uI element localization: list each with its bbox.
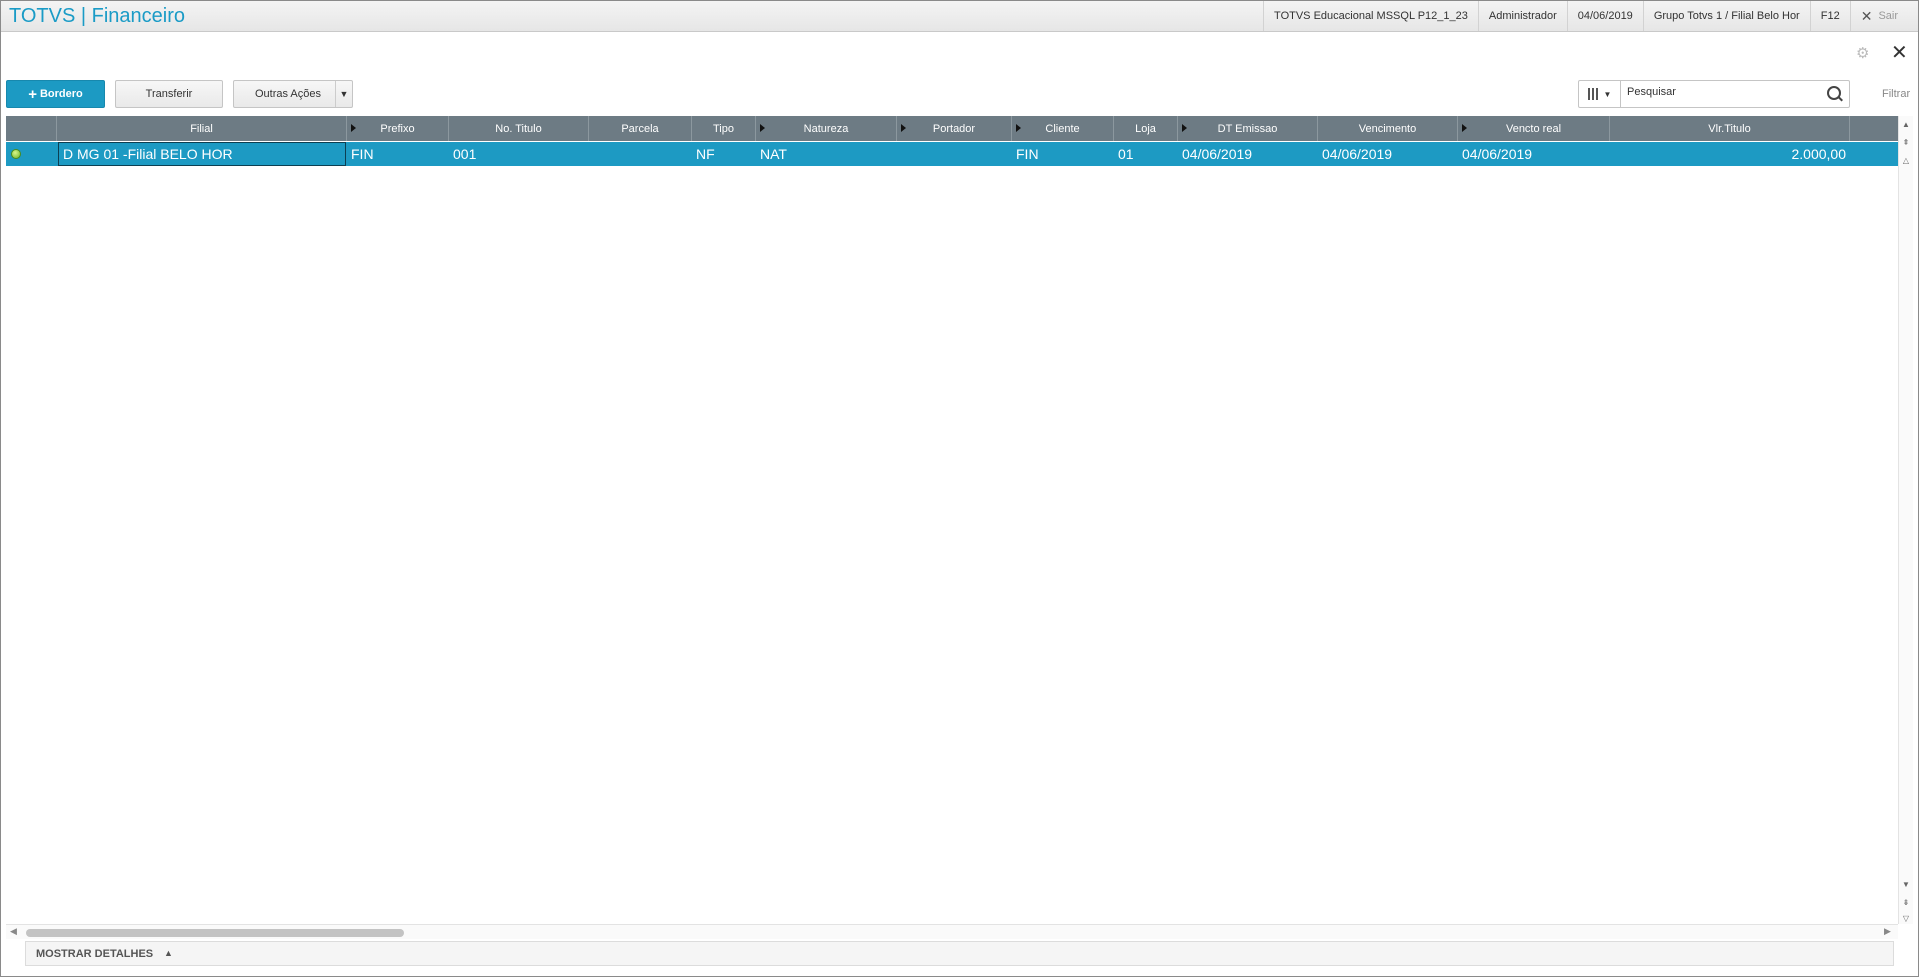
columns-icon [1587, 88, 1598, 100]
add-bordero-label: Bordero [39, 88, 83, 100]
cell-parcela[interactable] [589, 142, 692, 166]
search-icon[interactable] [1827, 86, 1841, 100]
column-header-loja[interactable]: Loja [1114, 116, 1178, 141]
chevron-up-icon: ▲ [164, 948, 173, 958]
gear-icon[interactable]: ⚙ [1856, 44, 1869, 62]
horizontal-scrollbar[interactable]: ◀ ▶ [6, 924, 1898, 939]
cell-vencto-real[interactable]: 04/06/2019 [1458, 142, 1610, 166]
column-header-dt-emissao[interactable]: DT Emissao [1178, 116, 1318, 141]
table-row[interactable]: D MG 01 -Filial BELO HOR FIN 001 NF NAT … [6, 142, 1898, 166]
cell-dt-emissao[interactable]: 04/06/2019 [1178, 142, 1318, 166]
search-input[interactable] [1625, 85, 1829, 99]
column-header-filial[interactable]: Filial [57, 116, 347, 141]
column-header-label: DT Emissao [1217, 122, 1278, 135]
exit-button[interactable]: ✕ Sair [1849, 1, 1908, 31]
cell-no-titulo[interactable]: 001 [449, 142, 589, 166]
column-picker-button[interactable]: ▼ [1579, 81, 1621, 107]
expand-icon [351, 124, 356, 132]
column-header-label: Prefixo [380, 122, 415, 135]
expand-icon [760, 124, 765, 132]
column-header-parcela[interactable]: Parcela [589, 116, 692, 141]
cell-vlr-titulo[interactable]: 2.000,00 [1610, 142, 1850, 166]
filter-link[interactable]: Filtrar [1882, 88, 1910, 100]
transfer-label: Transferir [145, 88, 193, 100]
grid-header: Filial Prefixo No. Titulo Parcela Tipo N… [6, 116, 1898, 141]
column-header-no-titulo[interactable]: No. Titulo [449, 116, 589, 141]
expand-icon [1462, 124, 1467, 132]
status-column-header[interactable] [6, 116, 57, 141]
environment-label[interactable]: TOTVS Educacional MSSQL P12_1_23 [1263, 1, 1478, 31]
column-header-tipo[interactable]: Tipo [692, 116, 756, 141]
scroll-down-icon[interactable]: ▼ [1899, 878, 1913, 892]
column-header-natureza[interactable]: Natureza [756, 116, 897, 141]
more-actions-label: Outras Ações [254, 88, 322, 100]
horizontal-scroll-thumb[interactable] [26, 929, 404, 937]
column-header-vencto-real[interactable]: Vencto real [1458, 116, 1610, 141]
details-toggle[interactable]: MOSTRAR DETALHES ▲ [25, 941, 1894, 966]
cell-natureza[interactable]: NAT [756, 142, 897, 166]
expand-icon [1182, 124, 1187, 132]
cell-filial[interactable]: D MG 01 -Filial BELO HOR [58, 142, 346, 166]
details-toggle-label: MOSTRAR DETALHES [36, 948, 154, 960]
cell-cliente[interactable]: FIN [1012, 142, 1114, 166]
page-up-icon[interactable]: ⇞ [1899, 136, 1913, 150]
add-bordero-button[interactable]: + Bordero [6, 80, 105, 108]
chevron-down-icon[interactable]: ▼ [335, 81, 352, 107]
titles-grid: Filial Prefixo No. Titulo Parcela Tipo N… [6, 116, 1898, 924]
cell-prefixo[interactable]: FIN [347, 142, 449, 166]
user-label[interactable]: Administrador [1477, 1, 1567, 31]
scroll-right-icon[interactable]: ▶ [1884, 926, 1891, 937]
column-header-label: Vencto real [1505, 122, 1562, 135]
scroll-up-icon[interactable]: ▲ [1899, 118, 1913, 132]
exit-label: Sair [1878, 10, 1898, 22]
scroll-bottom-icon[interactable]: ▽ [1899, 912, 1913, 926]
chevron-down-icon: ▼ [1603, 89, 1612, 99]
more-actions-button[interactable]: Outras Ações ▼ [233, 80, 353, 108]
plus-icon: + [28, 85, 37, 103]
expand-icon [1016, 124, 1021, 132]
page-down-icon[interactable]: ⇟ [1899, 896, 1913, 910]
date-label[interactable]: 04/06/2019 [1566, 1, 1643, 31]
column-header-vencimento[interactable]: Vencimento [1318, 116, 1458, 141]
top-bar: TOTVS | Financeiro TOTVS Educacional MSS… [1, 1, 1918, 32]
cell-loja[interactable]: 01 [1114, 142, 1178, 166]
cell-vencimento[interactable]: 04/06/2019 [1318, 142, 1458, 166]
close-icon: ✕ [1860, 8, 1873, 24]
column-header-vlr-titulo[interactable]: Vlr.Titulo [1610, 116, 1850, 141]
search-box: ▼ [1578, 80, 1850, 108]
column-header-label: Portador [932, 122, 976, 135]
vertical-scrollbar[interactable]: ▲ ⇞ △ ▼ ⇟ ▽ [1898, 116, 1913, 924]
cell-portador[interactable] [897, 142, 1012, 166]
cell-tipo[interactable]: NF [692, 142, 756, 166]
close-window-button[interactable]: ✕ [1891, 40, 1908, 65]
status-ok-icon [11, 149, 21, 159]
column-header-label: Natureza [803, 122, 849, 135]
transfer-button[interactable]: Transferir [115, 80, 223, 108]
branch-label[interactable]: Grupo Totvs 1 / Filial Belo Hor [1642, 1, 1810, 31]
scroll-left-icon[interactable]: ◀ [10, 926, 17, 937]
shortcut-label[interactable]: F12 [1809, 1, 1850, 31]
scroll-top-icon[interactable]: △ [1899, 154, 1913, 168]
column-header-portador[interactable]: Portador [897, 116, 1012, 141]
column-header-label: Cliente [1045, 122, 1080, 135]
app-title: TOTVS | Financeiro [9, 5, 185, 27]
expand-icon [901, 124, 906, 132]
column-header-prefixo[interactable]: Prefixo [347, 116, 449, 141]
column-header-cliente[interactable]: Cliente [1012, 116, 1114, 141]
session-info: TOTVS Educacional MSSQL P12_1_23 Adminis… [1263, 1, 1908, 31]
